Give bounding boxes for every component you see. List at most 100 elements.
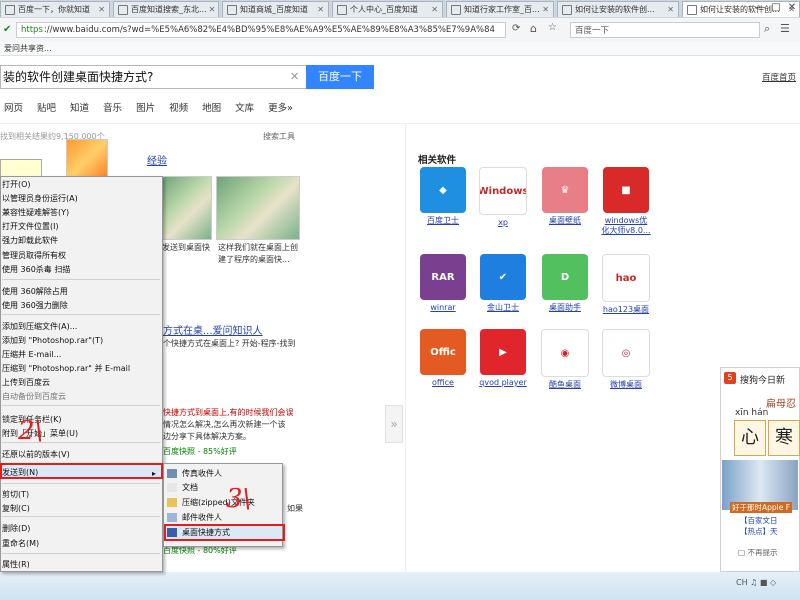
software-icon[interactable]: Windows: [479, 167, 527, 215]
software-name[interactable]: 微博桌面: [601, 380, 651, 390]
menu-item-19[interactable]: 剪切(T): [0, 488, 160, 501]
nav-tab-3[interactable]: 音乐: [103, 100, 122, 114]
software-icon[interactable]: ✔: [480, 254, 526, 300]
software-icon[interactable]: ▶: [480, 329, 526, 375]
software-name[interactable]: windows优化大师v8.0...: [601, 216, 651, 236]
menu-item-4[interactable]: 强力卸载此软件: [0, 234, 160, 247]
sogou-news-item[interactable]: 【百家文日: [740, 515, 798, 526]
software-icon[interactable]: Offic: [420, 329, 466, 375]
nav-tab-6[interactable]: 地图: [202, 100, 221, 114]
menu-item-21[interactable]: 删除(D): [0, 522, 160, 535]
related-software-item[interactable]: ◆ 百度卫士: [418, 167, 468, 226]
software-icon[interactable]: ■: [603, 167, 649, 213]
menu-item-23[interactable]: 属性(R): [0, 558, 160, 571]
software-name[interactable]: 桌面助手: [540, 303, 590, 313]
related-software-item[interactable]: RAR winrar: [418, 254, 468, 313]
browser-search-input[interactable]: 百度一下: [570, 22, 760, 38]
close-window-button[interactable]: ✕: [784, 0, 800, 18]
related-software-item[interactable]: ◎ 微博桌面: [601, 329, 651, 390]
menu-item-0[interactable]: 打开(O): [0, 178, 160, 191]
menu-item-5[interactable]: 管理员取得所有权: [0, 249, 160, 262]
tab-close-icon[interactable]: ✕: [315, 5, 324, 14]
menu-item-3[interactable]: 打开文件位置(I): [0, 220, 160, 233]
tab-5[interactable]: 知道行家工作室_百... ✕: [446, 1, 554, 17]
software-name[interactable]: hao123桌面: [601, 305, 651, 315]
favorite-icon[interactable]: ☆: [548, 22, 557, 33]
software-icon[interactable]: ♛: [542, 167, 588, 213]
menu-item-1[interactable]: 以管理员身份运行(A): [0, 192, 160, 205]
software-icon[interactable]: RAR: [420, 254, 466, 300]
sendto-item-2[interactable]: 压缩(zipped)文件夹: [164, 496, 282, 509]
sogou-news-item[interactable]: 【热点】天: [740, 526, 798, 537]
nav-tab-0[interactable]: 网页: [4, 100, 23, 114]
menu-item-10[interactable]: 添加到 "Photoshop.rar"(T): [0, 334, 160, 347]
nav-tab-7[interactable]: 文库: [235, 100, 254, 114]
search-icon[interactable]: ⌕: [764, 22, 770, 36]
baidu-search-button[interactable]: 百度一下: [306, 65, 374, 89]
software-icon[interactable]: ◆: [420, 167, 466, 213]
related-software-item[interactable]: D 桌面助手: [540, 254, 590, 313]
software-icon[interactable]: ◉: [541, 329, 589, 377]
tab-2[interactable]: 百度知道搜索_东北... ✕: [113, 1, 219, 17]
clear-icon[interactable]: ✕: [290, 70, 299, 83]
software-icon[interactable]: ◎: [602, 329, 650, 377]
related-software-item[interactable]: ■ windows优化大师v8.0...: [601, 167, 651, 236]
sendto-item-3[interactable]: 邮件收件人: [164, 511, 282, 524]
result-thumbnail-1[interactable]: [160, 176, 212, 240]
related-software-item[interactable]: hao hao123桌面: [601, 254, 651, 315]
nav-tab-8[interactable]: 更多»: [268, 100, 293, 114]
menu-icon[interactable]: ☰: [780, 22, 790, 35]
result-thumbnail-2[interactable]: [216, 176, 300, 240]
menu-item-22[interactable]: 重命名(M): [0, 537, 160, 550]
software-name[interactable]: 金山卫士: [478, 303, 528, 313]
software-name[interactable]: 桌面壁纸: [540, 216, 590, 226]
favorite-item[interactable]: 爱问共享资...: [4, 44, 52, 53]
tab-close-icon[interactable]: ✕: [207, 5, 216, 14]
tab-6[interactable]: 如何让安装的软件创... ✕: [557, 1, 679, 17]
nav-tab-4[interactable]: 图片: [136, 100, 155, 114]
related-software-item[interactable]: Offic office: [418, 329, 468, 388]
sendto-item-0[interactable]: 传真收件人: [164, 467, 282, 480]
search-tools-link[interactable]: 搜索工具: [263, 131, 295, 142]
software-name[interactable]: 酷鱼桌面: [540, 380, 590, 390]
tab-close-icon[interactable]: ✕: [665, 5, 674, 14]
software-name[interactable]: xp: [478, 218, 528, 228]
menu-item-2[interactable]: 兼容性疑难解答(Y): [0, 206, 160, 219]
related-software-item[interactable]: ♛ 桌面壁纸: [540, 167, 590, 226]
home-icon[interactable]: ⌂: [530, 22, 537, 35]
sogou-hide-checkbox[interactable]: □ 不再提示: [738, 547, 777, 558]
software-name[interactable]: office: [418, 378, 468, 388]
tab-3[interactable]: 知道商城_百度知道 ✕: [222, 1, 329, 17]
address-input[interactable]: https://www.baidu.com/s?wd=%E5%A6%82%E4%…: [16, 22, 506, 38]
menu-item-13[interactable]: 上传到百度云: [0, 376, 160, 389]
refresh-icon[interactable]: ⟳: [512, 23, 520, 34]
result-snapshot-3[interactable]: 百度快照 - 85%好评: [163, 446, 237, 457]
tab-4[interactable]: 个人中心_百度知道 ✕: [332, 1, 443, 17]
tab-1[interactable]: 百度一下，你就知道 ✕: [0, 1, 110, 17]
nav-tab-1[interactable]: 贴吧: [37, 100, 56, 114]
maximize-button[interactable]: □: [768, 0, 784, 18]
sendto-item-1[interactable]: 文档: [164, 481, 282, 494]
tab-close-icon[interactable]: ✕: [429, 5, 438, 14]
related-software-item[interactable]: ✔ 金山卫士: [478, 254, 528, 313]
menu-item-17[interactable]: 还原以前的版本(V): [0, 448, 160, 461]
baidu-home-link[interactable]: 百度首页: [762, 71, 796, 83]
menu-item-11[interactable]: 压缩并 E-mail...: [0, 348, 160, 361]
software-name[interactable]: 百度卫士: [418, 216, 468, 226]
nav-tab-2[interactable]: 知道: [70, 100, 89, 114]
collapse-icon[interactable]: »: [385, 405, 403, 443]
nav-tab-5[interactable]: 视频: [169, 100, 188, 114]
result-title-2[interactable]: 方式在桌...爱问知识人: [163, 322, 263, 337]
baidu-search-input[interactable]: 装的软件创建桌面快捷方式?: [0, 65, 306, 89]
menu-item-6[interactable]: 使用 360杀毒 扫描: [0, 263, 160, 276]
software-name[interactable]: qvod player: [478, 378, 528, 388]
menu-item-12[interactable]: 压缩到 "Photoshop.rar" 并 E-mail: [0, 362, 160, 375]
menu-item-14[interactable]: 自动备份到百度云: [0, 390, 160, 403]
menu-item-20[interactable]: 复制(C): [0, 502, 160, 515]
related-software-item[interactable]: ▶ qvod player: [478, 329, 528, 388]
menu-item-9[interactable]: 添加到压缩文件(A)...: [0, 320, 160, 333]
experience-link[interactable]: 经验: [147, 152, 167, 167]
photoshop-shortcut-icon[interactable]: [66, 139, 108, 181]
tab-close-icon[interactable]: ✕: [96, 5, 105, 14]
menu-item-7[interactable]: 使用 360解除占用: [0, 285, 160, 298]
